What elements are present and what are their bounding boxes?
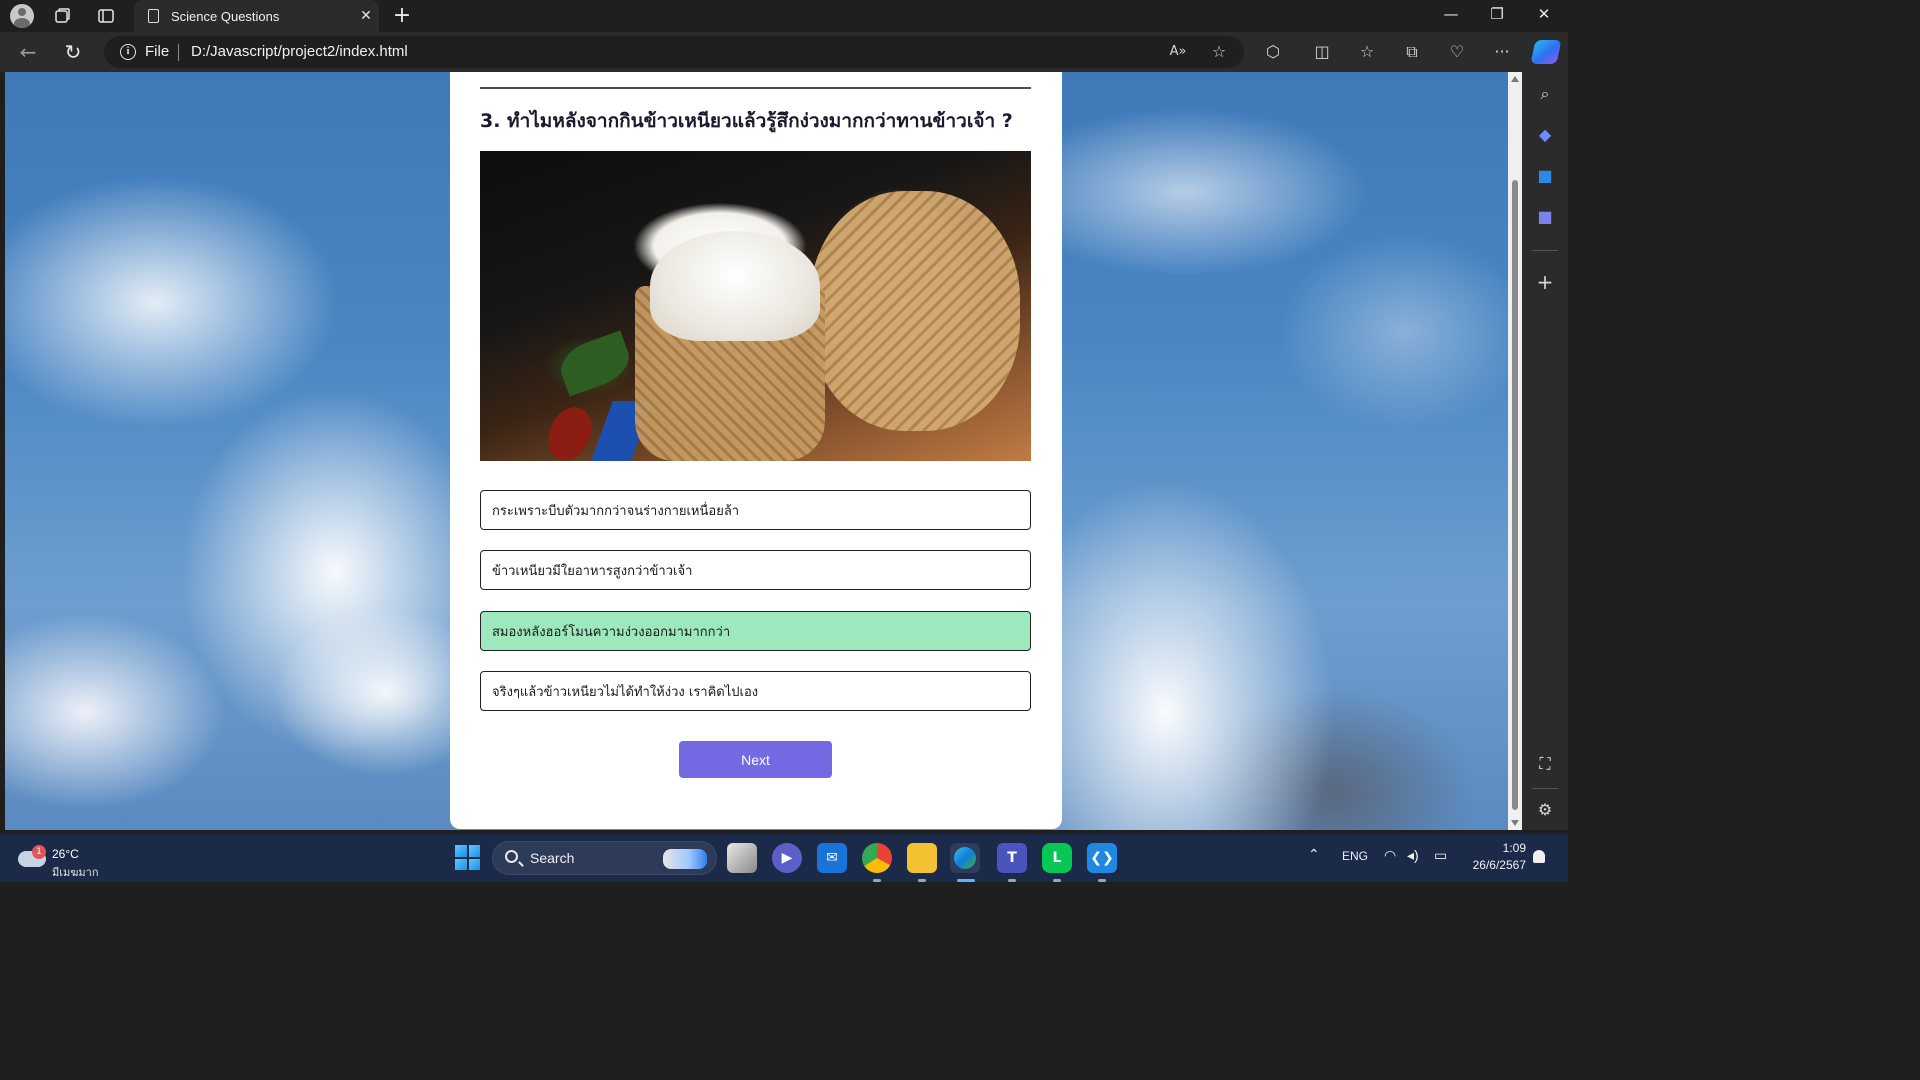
battery-icon[interactable]: ▭ (1434, 847, 1447, 864)
split-screen-icon[interactable]: ◫ (1310, 40, 1334, 64)
document-icon (148, 9, 159, 23)
volume-icon[interactable]: ◂) (1407, 847, 1419, 864)
quiz-card: 3. ทำไมหลังจากกินข้าวเหนียวแล้วรู้สึกง่ว… (450, 72, 1062, 829)
app-running-indicator (873, 879, 881, 882)
profile-avatar-icon[interactable] (9, 4, 35, 28)
chrome-icon[interactable] (862, 843, 892, 873)
answer-button[interactable]: กระเพราะบีบตัวมากกว่าจนร่างกายเหนื่อยล้า (480, 490, 1031, 530)
back-icon[interactable]: ← (15, 40, 41, 64)
teams-icon[interactable]: T (997, 843, 1027, 873)
wifi-icon[interactable]: ◠ (1384, 847, 1396, 864)
question-image (480, 151, 1031, 461)
copilot-sidebar-icon[interactable]: ◆ (1535, 125, 1555, 145)
taskbar-search[interactable]: Search (492, 841, 717, 875)
scroll-thumb[interactable] (1512, 180, 1518, 810)
screenshot-icon[interactable]: ⛶ (1535, 754, 1555, 774)
url-text[interactable]: D:/Javascript/project2/index.html (191, 43, 408, 60)
clock[interactable]: 1:09 26/6/2567 (1462, 840, 1526, 874)
browser-essentials-icon[interactable]: ♡ (1445, 40, 1469, 64)
answer-label: สมองหลังฮอร์โมนความง่วงออกมามากกว่า (492, 624, 731, 640)
scroll-down-arrow-icon[interactable] (1511, 820, 1519, 826)
clock-date: 26/6/2567 (1472, 858, 1526, 872)
basket-lid-image (810, 191, 1020, 431)
clock-time: 1:09 (1502, 841, 1526, 855)
answer-label: กระเพราะบีบตัวมากกว่าจนร่างกายเหนื่อยล้า (492, 503, 740, 519)
line-icon[interactable]: L (1042, 843, 1072, 873)
edge-sidebar: ⌕ ◆ ■ ■ + ⛶ ⚙ (1522, 72, 1568, 830)
sidebar-separator (1532, 788, 1558, 789)
answer-label: ข้าวเหนียวมีใยอาหารสูงกว่าข้าวเจ้า (492, 563, 693, 579)
leaf-image (554, 330, 636, 397)
favorite-star-icon[interactable]: ☆ (1207, 40, 1231, 64)
search-icon (505, 850, 518, 863)
windows-start-icon[interactable] (455, 845, 480, 870)
add-icon[interactable]: + (1535, 272, 1555, 292)
url-separator (178, 44, 179, 61)
title-bar: Science Questions ✕ + — ❐ ✕ (0, 0, 1568, 32)
workspaces-icon[interactable] (50, 4, 76, 28)
favorites-icon[interactable]: ☆ (1355, 40, 1379, 64)
divider (480, 87, 1031, 89)
sidebar-separator (1532, 250, 1558, 251)
file-label: File (145, 43, 170, 60)
file-explorer-icon[interactable] (907, 843, 937, 873)
mail-icon[interactable]: ✉ (817, 843, 847, 873)
settings-gear-icon[interactable]: ⚙ (1535, 800, 1555, 820)
read-aloud-icon[interactable]: A» (1166, 40, 1190, 64)
weather-condition: มีเมฆมาก (52, 866, 99, 879)
scroll-up-arrow-icon[interactable] (1511, 76, 1519, 82)
chevron-up-icon[interactable]: ⌃ (1308, 846, 1320, 863)
search-label: Search (530, 850, 575, 866)
app-active-indicator (957, 879, 975, 882)
chat-icon[interactable]: ▶ (772, 843, 802, 873)
outlook-icon[interactable]: ■ (1535, 166, 1555, 186)
answer-label: จริงๆแล้วข้าวเหนียวไม่ได้ทำให้ง่วง เราคิ… (492, 684, 759, 700)
answer-button[interactable]: ข้าวเหนียวมีใยอาหารสูงกว่าข้าวเจ้า (480, 550, 1031, 590)
new-tab-icon[interactable]: + (390, 3, 414, 28)
close-tab-icon[interactable]: ✕ (353, 8, 379, 24)
tab-actions-icon[interactable] (93, 4, 119, 28)
more-options-icon[interactable]: ··· (1490, 40, 1514, 64)
app-running-indicator (1053, 879, 1061, 882)
url-box[interactable]: i File D:/Javascript/project2/index.html… (104, 36, 1244, 68)
tab-title: Science Questions (171, 8, 280, 24)
weather-widget[interactable]: 1 26°C มีเมฆมาก (18, 841, 108, 879)
app-running-indicator (1008, 879, 1016, 882)
refresh-icon[interactable]: ↻ (60, 40, 86, 64)
address-bar: ← ↻ i File D:/Javascript/project2/index.… (0, 32, 1568, 72)
answer-button[interactable]: จริงๆแล้วข้าวเหนียวไม่ได้ทำให้ง่วง เราคิ… (480, 671, 1031, 711)
taskbar: 1 26°C มีเมฆมาก Search ▶ ✉ T L ❮❯ ⌃ ENG … (0, 834, 1568, 882)
teams-icon[interactable]: ■ (1535, 207, 1555, 227)
notification-badge: 1 (32, 845, 46, 859)
next-button[interactable]: Next (679, 741, 832, 778)
restore-icon[interactable]: ❐ (1482, 5, 1512, 23)
question-title: 3. ทำไมหลังจากกินข้าวเหนียวแล้วรู้สึกง่ว… (480, 110, 1013, 132)
info-icon[interactable]: i (120, 44, 136, 60)
notification-bell-icon[interactable] (1533, 850, 1545, 863)
page-scrollbar[interactable] (1508, 72, 1522, 830)
app-running-indicator (1098, 879, 1106, 882)
tab-science-questions[interactable]: Science Questions ✕ (134, 0, 379, 32)
language-indicator[interactable]: ENG (1342, 849, 1368, 863)
sticky-rice-image (650, 231, 820, 341)
close-window-icon[interactable]: ✕ (1529, 5, 1559, 23)
chili-image (540, 400, 600, 461)
extensions-icon[interactable]: ⬡ (1261, 40, 1285, 64)
edge-icon[interactable] (950, 843, 980, 873)
search-highlight-icon (663, 849, 707, 869)
app-running-indicator (918, 879, 926, 882)
collections-icon[interactable]: ⧉ (1400, 40, 1424, 64)
search-icon[interactable]: ⌕ (1535, 84, 1555, 104)
answer-button-correct[interactable]: สมองหลังฮอร์โมนความง่วงออกมามากกว่า (480, 611, 1031, 651)
minimize-icon[interactable]: — (1436, 5, 1466, 23)
task-view-icon[interactable] (727, 843, 757, 873)
weather-temperature: 26°C (52, 847, 79, 861)
vscode-icon[interactable]: ❮❯ (1087, 843, 1117, 873)
